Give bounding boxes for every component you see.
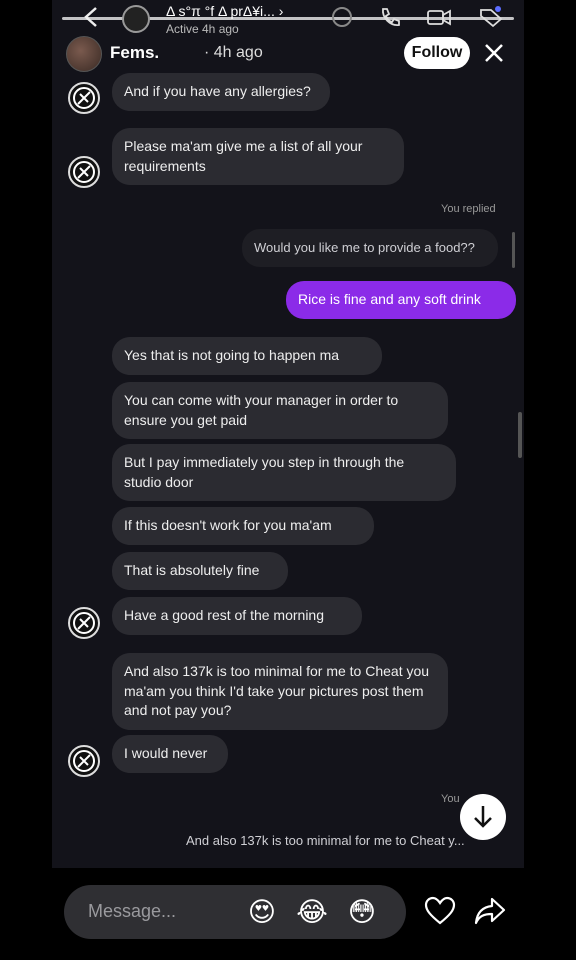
chat-scrollbar[interactable] (518, 412, 522, 458)
message-bubble[interactable]: I would never (112, 735, 228, 773)
replied-message-bubble[interactable]: Would you like me to provide a food?? (242, 229, 498, 267)
story-time: · 4h ago (204, 44, 263, 61)
active-status: Active 4h ago (166, 22, 239, 36)
message-bubble[interactable]: And if you have any allergies? (112, 73, 330, 111)
message-bubble[interactable]: But I pay immediately you step in throug… (112, 444, 456, 501)
sender-avatar[interactable] (68, 607, 100, 639)
replied-message-bubble[interactable]: And also 137k is too minimal for me to C… (174, 822, 474, 862)
back-arrow-icon[interactable] (82, 6, 102, 34)
message-bubble[interactable]: You can come with your manager in order … (112, 382, 448, 439)
chat-header: Δ s°π °f Δ prΔ¥i... › Active 4h ago (52, 0, 524, 36)
laughing-emoji-icon[interactable]: 😂 (296, 896, 328, 928)
heart-icon[interactable] (424, 896, 456, 926)
story-username[interactable]: Fems. (110, 43, 159, 63)
message-bubble[interactable]: If this doesn't work for you ma'am (112, 507, 374, 545)
sent-message-bubble[interactable]: Rice is fine and any soft drink (286, 281, 516, 319)
sender-avatar[interactable] (68, 82, 100, 114)
message-placeholder: Message... (88, 901, 177, 921)
heart-eyes-emoji-icon[interactable]: 😍 (246, 896, 278, 928)
sender-avatar[interactable] (68, 745, 100, 777)
message-input[interactable]: Message... 😍 😂 😳 (64, 885, 406, 939)
you-label: You (441, 793, 460, 805)
message-bubble[interactable]: Please ma'am give me a list of all your … (112, 128, 404, 185)
story-reply-screen: Δ s°π °f Δ prΔ¥i... › Active 4h ago Fems… (52, 0, 524, 868)
close-icon[interactable] (482, 41, 506, 65)
phone-icon[interactable] (378, 6, 402, 28)
message-bubble[interactable]: Yes that is not going to happen ma (112, 337, 382, 375)
tag-icon[interactable] (478, 6, 503, 28)
flushed-emoji-icon[interactable]: 😳 (346, 896, 378, 928)
you-replied-label: You replied (441, 203, 496, 215)
chat-name[interactable]: Δ s°π °f Δ prΔ¥i... › (166, 3, 283, 19)
arrow-down-icon (474, 806, 492, 828)
reply-quote-bar (512, 232, 515, 268)
message-bubble[interactable]: That is absolutely fine (112, 552, 288, 590)
message-bubble[interactable]: And also 137k is too minimal for me to C… (112, 653, 448, 730)
video-call-icon[interactable] (426, 6, 451, 28)
sender-avatar[interactable] (68, 156, 100, 188)
share-icon[interactable] (474, 896, 506, 926)
story-avatar[interactable] (66, 36, 102, 72)
story-header: Fems. · 4h ago Follow (52, 36, 524, 72)
message-bubble[interactable]: Have a good rest of the morning (112, 597, 362, 635)
scroll-to-bottom-button[interactable] (460, 794, 506, 840)
emoji-reaction-icon[interactable] (330, 6, 354, 28)
chat-avatar[interactable] (122, 5, 150, 33)
reply-composer: Message... 😍 😂 😳 (0, 868, 576, 960)
follow-button[interactable]: Follow (404, 37, 470, 69)
